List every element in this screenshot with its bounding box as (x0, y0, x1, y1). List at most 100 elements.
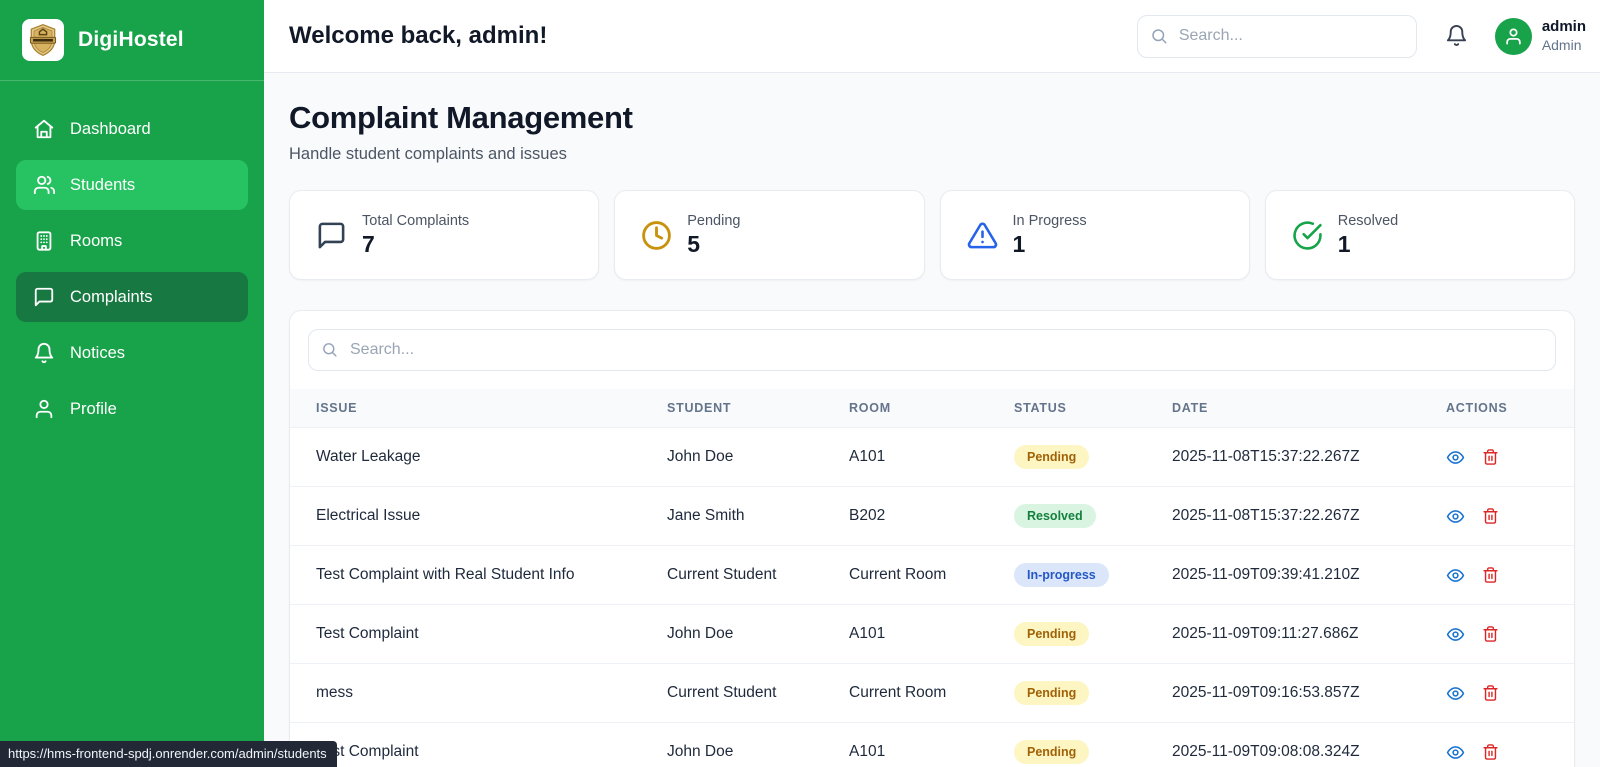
delete-complaint-button[interactable] (1482, 743, 1499, 761)
table-row: Test Complaint with Real Student Info Cu… (290, 545, 1574, 605)
stat-value: 1 (1337, 230, 1351, 257)
stat-label: Pending (687, 212, 741, 229)
digihostel-logo (22, 19, 64, 61)
clock-icon (642, 220, 672, 250)
cell-actions (1420, 604, 1574, 664)
delete-complaint-button[interactable] (1482, 507, 1499, 525)
cell-actions (1420, 722, 1574, 767)
brand-header: DigiHostel (0, 0, 264, 81)
sidebar-item-label: Dashboard (70, 119, 151, 138)
home-icon (34, 119, 54, 139)
user-meta: admin Admin (1542, 18, 1586, 54)
cell-date: 2025-11-09T09:39:41.210Z (1146, 545, 1420, 605)
cell-actions (1420, 486, 1574, 546)
user-role: Admin (1541, 36, 1582, 53)
column-header-status: Status (1014, 401, 1067, 415)
sidebar-item-label: Rooms (70, 231, 123, 250)
stat-card-pending: Pending 5 (614, 190, 925, 280)
cell-room: A101 (823, 722, 988, 767)
eye-icon (1446, 450, 1465, 464)
cell-date: 2025-11-09T09:08:08.324Z (1146, 722, 1420, 767)
cell-actions (1420, 663, 1574, 723)
stat-card-total-complaints: Total Complaints 7 (289, 190, 600, 280)
cell-room: Current Room (823, 545, 988, 605)
cell-date: 2025-11-08T15:37:22.267Z (1146, 486, 1420, 546)
sidebar-item-complaints[interactable]: Complaints (16, 272, 248, 322)
table-row: Test Complaint John Doe A101 Pending 202… (290, 722, 1574, 767)
sidebar-item-dashboard[interactable]: Dashboard (16, 104, 248, 154)
complaints-table: Issue Student Room Status Date Actions W… (290, 389, 1574, 767)
cell-issue: mess (290, 663, 641, 723)
cell-student: Jane Smith (641, 486, 823, 546)
search-icon (1152, 28, 1167, 43)
top-header: Welcome back, admin! admin Admin (264, 0, 1600, 73)
stat-card-resolved: Resolved 1 (1264, 190, 1575, 280)
view-complaint-button[interactable] (1446, 448, 1465, 467)
stats-row: Total Complaints 7 Pending 5 In Progress… (289, 190, 1575, 280)
sidebar-item-students[interactable]: Students (16, 160, 248, 210)
view-complaint-button[interactable] (1446, 507, 1465, 526)
cell-issue: Test Complaint (290, 604, 641, 664)
view-complaint-button[interactable] (1446, 743, 1465, 762)
sidebar-item-rooms[interactable]: Rooms (16, 216, 248, 266)
view-complaint-button[interactable] (1446, 566, 1465, 585)
view-complaint-button[interactable] (1446, 625, 1465, 644)
delete-complaint-button[interactable] (1482, 566, 1499, 584)
status-badge: Pending (1014, 622, 1090, 646)
user-name: admin (1541, 17, 1586, 35)
stat-label: Resolved (1337, 212, 1399, 229)
delete-complaint-button[interactable] (1482, 625, 1499, 643)
trash-icon (1483, 744, 1498, 761)
column-header-issue: Issue (316, 401, 358, 415)
user-icon (35, 399, 53, 419)
cell-status: Pending (988, 427, 1146, 487)
welcome-heading: Welcome back, admin! (289, 22, 548, 49)
crest-badge-icon (29, 24, 57, 56)
column-header-date: Date (1172, 401, 1209, 415)
cell-issue: Test Complaint (290, 722, 641, 767)
building-icon (36, 231, 52, 251)
notifications-button[interactable] (1445, 24, 1469, 48)
cell-date: 2025-11-09T09:11:27.686Z (1146, 604, 1420, 664)
trash-icon (1483, 449, 1498, 465)
sidebar-item-profile[interactable]: Profile (16, 384, 248, 434)
status-badge: In-progress (1014, 563, 1109, 587)
cell-status: Resolved (988, 486, 1146, 546)
status-badge: Pending (1014, 681, 1090, 705)
cell-student: Current Student (641, 545, 823, 605)
page-subtitle: Handle student complaints and issues (289, 145, 567, 163)
column-header-room: Room (849, 401, 891, 415)
sidebar-item-notices[interactable]: Notices (16, 328, 248, 378)
cell-issue: Electrical Issue (290, 486, 641, 546)
delete-complaint-button[interactable] (1482, 684, 1499, 702)
cell-student: John Doe (641, 722, 823, 767)
trash-icon (1483, 626, 1498, 642)
header-search-input[interactable] (1136, 14, 1417, 58)
check-circle-icon (1293, 220, 1322, 250)
main-content: Complaint Management Handle student comp… (264, 73, 1600, 767)
cell-student: Current Student (641, 663, 823, 723)
stat-value: 7 (362, 230, 375, 257)
user-avatar[interactable] (1494, 17, 1532, 55)
status-badge: Resolved (1014, 504, 1096, 528)
table-row: mess Current Student Current Room Pendin… (290, 663, 1574, 723)
cell-room: B202 (823, 486, 988, 546)
bell-icon (1446, 24, 1466, 47)
view-complaint-button[interactable] (1446, 684, 1465, 703)
stat-value: 1 (1012, 230, 1026, 257)
sidebar-item-label: Profile (70, 399, 117, 418)
table-search-input[interactable] (308, 329, 1556, 371)
status-badge: Pending (1014, 740, 1090, 765)
cell-date: 2025-11-08T15:37:22.267Z (1146, 427, 1420, 487)
cell-status: Pending (988, 663, 1146, 723)
stat-card-in-progress: In Progress 1 (939, 190, 1250, 280)
cell-status: Pending (988, 722, 1146, 767)
cell-actions (1420, 427, 1574, 487)
trash-icon (1483, 567, 1498, 583)
sidebar: DigiHostel Dashboard Students Rooms Comp… (0, 0, 264, 767)
cell-status: In-progress (988, 545, 1146, 605)
delete-complaint-button[interactable] (1482, 448, 1499, 466)
cell-student: John Doe (641, 604, 823, 664)
column-header-student: Student (667, 401, 732, 415)
alert-triangle-icon (967, 221, 997, 248)
